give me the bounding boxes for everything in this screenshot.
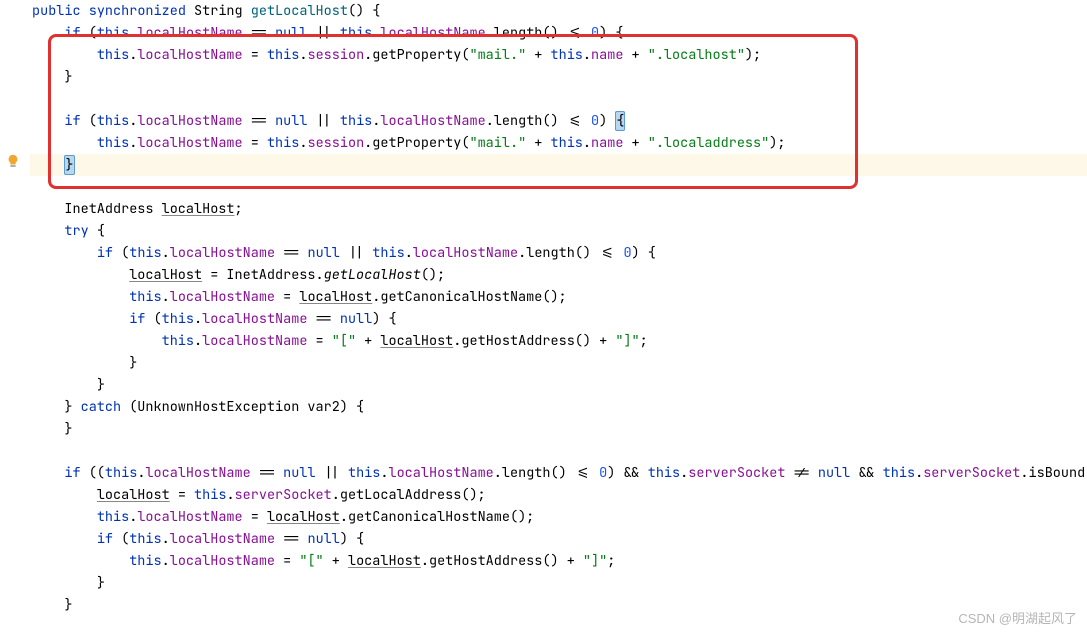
- code-line: }: [30, 418, 1087, 440]
- code-line: [30, 88, 1087, 110]
- code-line: [30, 440, 1087, 462]
- code-line: InetAddress localHost;: [30, 198, 1087, 220]
- code-line: }: [30, 594, 1087, 616]
- code-line: if (this.localHostName == null) {: [30, 528, 1087, 550]
- code-line: }: [30, 572, 1087, 594]
- code-line: this.localHostName = this.session.getPro…: [30, 132, 1087, 154]
- code-line: this.localHostName = this.session.getPro…: [30, 44, 1087, 66]
- code-line: }: [30, 374, 1087, 396]
- code-line: this.localHostName = localHost.getCanoni…: [30, 286, 1087, 308]
- code-line: if (this.localHostName == null) {: [30, 308, 1087, 330]
- code-line: if (this.localHostName == null || this.l…: [30, 242, 1087, 264]
- gutter: [0, 0, 28, 636]
- matched-brace: {: [615, 111, 625, 131]
- code-line: try {: [30, 220, 1087, 242]
- code-line: }: [30, 66, 1087, 88]
- code-editor[interactable]: public synchronized String getLocalHost(…: [0, 0, 1087, 636]
- intention-bulb-icon[interactable]: [6, 154, 20, 168]
- matched-brace: }: [64, 155, 74, 175]
- code-line: } catch (UnknownHostException var2) {: [30, 396, 1087, 418]
- code-line: localHost = this.serverSocket.getLocalAd…: [30, 484, 1087, 506]
- code-line: localHost = InetAddress.getLocalHost();: [30, 264, 1087, 286]
- code-line-current: }: [30, 154, 1087, 176]
- code-line: if ((this.localHostName == null || this.…: [30, 462, 1087, 484]
- code-line: }: [30, 352, 1087, 374]
- code-line: this.localHostName = localHost.getCanoni…: [30, 506, 1087, 528]
- code-line: [30, 176, 1087, 198]
- code-line: if (this.localHostName == null || this.l…: [30, 110, 1087, 132]
- code-line: this.localHostName = "[" + localHost.get…: [30, 550, 1087, 572]
- code-line: public synchronized String getLocalHost(…: [30, 0, 1087, 22]
- code-line: if (this.localHostName == null || this.l…: [30, 22, 1087, 44]
- code-line: this.localHostName = "[" + localHost.get…: [30, 330, 1087, 352]
